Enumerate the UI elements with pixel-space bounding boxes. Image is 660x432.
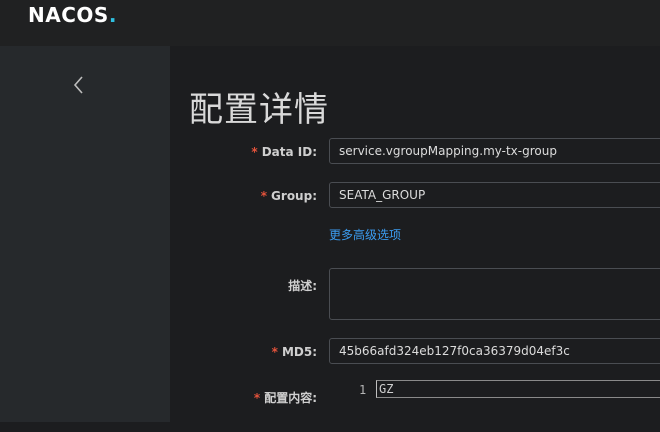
chevron-left-icon[interactable]	[70, 74, 88, 96]
group-label-text: Group:	[271, 189, 317, 203]
md5-label: * MD5:	[272, 345, 317, 359]
group-field[interactable]: SEATA_GROUP	[329, 182, 660, 208]
md5-field[interactable]: 45b66afd324eb127f0ca36379d04ef3c	[329, 338, 660, 364]
required-mark: *	[260, 189, 268, 203]
sidebar	[0, 46, 170, 422]
required-mark: *	[253, 391, 261, 405]
data-id-label-text: Data ID:	[261, 145, 317, 159]
top-bar: NACOS.	[0, 0, 660, 46]
md5-label-text: MD5:	[281, 345, 317, 359]
content-label-text: 配置内容:	[264, 391, 317, 405]
required-mark: *	[251, 145, 258, 159]
description-label: 描述:	[288, 279, 317, 293]
code-line[interactable]: GZ	[376, 380, 660, 398]
line-number: 1	[359, 383, 367, 397]
content-label: * 配置内容:	[254, 389, 317, 406]
data-id-label: * Data ID:	[251, 145, 317, 159]
description-textarea[interactable]	[329, 268, 660, 320]
logo-dot: .	[108, 3, 117, 27]
group-label: * Group:	[261, 189, 317, 203]
page-title: 配置详情	[189, 90, 329, 130]
required-mark: *	[271, 345, 278, 359]
advanced-options-link[interactable]: 更多高级选项	[329, 226, 401, 243]
data-id-field[interactable]: service.vgroupMapping.my-tx-group	[329, 138, 660, 164]
logo-text: NACOS	[28, 3, 109, 27]
nacos-logo[interactable]: NACOS.	[28, 3, 117, 27]
